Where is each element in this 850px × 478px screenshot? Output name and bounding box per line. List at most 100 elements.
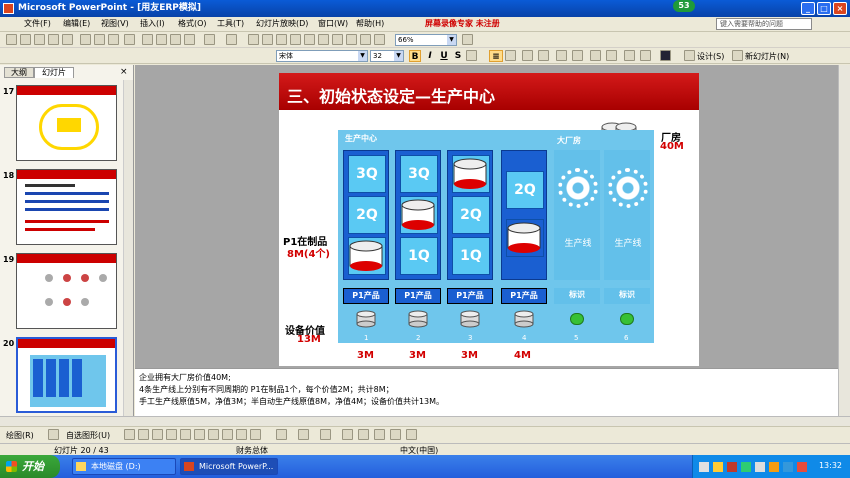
- vertical-textbox-icon[interactable]: [194, 429, 205, 440]
- arrow-style-icon[interactable]: [374, 429, 385, 440]
- menu-tools[interactable]: 工具(T): [217, 18, 244, 29]
- picture-icon[interactable]: [250, 429, 261, 440]
- font-color-icon[interactable]: [660, 50, 671, 61]
- increase-indent-icon[interactable]: [556, 50, 567, 61]
- slide-thumbnail[interactable]: [16, 85, 117, 161]
- product-button[interactable]: P1产品: [343, 288, 389, 304]
- spelling-icon[interactable]: [108, 34, 119, 45]
- design-icon[interactable]: [684, 50, 695, 61]
- expand-icon[interactable]: [332, 34, 343, 45]
- line-color-icon[interactable]: [298, 429, 309, 440]
- fill-color-icon[interactable]: [276, 429, 287, 440]
- security-icon[interactable]: [741, 462, 751, 472]
- numbering-icon[interactable]: [522, 50, 533, 61]
- save-icon[interactable]: [34, 34, 45, 45]
- network-icon[interactable]: [699, 462, 709, 472]
- minimize-button[interactable]: _: [801, 2, 815, 15]
- wordart-icon[interactable]: [208, 429, 219, 440]
- zoom-select[interactable]: 66% ▼: [395, 34, 457, 46]
- display-icon[interactable]: [783, 462, 793, 472]
- ime-icon[interactable]: [713, 462, 723, 472]
- font-name-select[interactable]: 宋体 ▼: [276, 50, 368, 62]
- line-style-icon[interactable]: [342, 429, 353, 440]
- grid-icon[interactable]: [360, 34, 371, 45]
- align-right-icon[interactable]: [505, 50, 516, 61]
- close-button[interactable]: ×: [833, 2, 847, 15]
- vertical-scrollbar[interactable]: [838, 65, 850, 368]
- slide[interactable]: 三、初始状态设定—生产中心 厂房 40M P1在制品 8M(4个) 设备价值 1…: [279, 73, 699, 366]
- production-line-4[interactable]: 2Q: [501, 150, 547, 280]
- align-left-icon[interactable]: [466, 50, 477, 61]
- powerpoint-app-icon[interactable]: [3, 3, 14, 14]
- redo-icon[interactable]: [226, 34, 237, 45]
- shadow-style-icon[interactable]: [390, 429, 401, 440]
- italic-button[interactable]: I: [424, 50, 436, 62]
- slide-thumbnail-selected[interactable]: [16, 337, 117, 413]
- decrease-indent-icon[interactable]: [572, 50, 583, 61]
- rectangle-icon[interactable]: [152, 429, 163, 440]
- notes-pane[interactable]: 企业拥有大厂房价值40M; 4条生产线上分别有不同周期的 P1在制品1个，每个价…: [135, 368, 838, 416]
- bold-button[interactable]: B: [409, 50, 421, 62]
- undo-icon[interactable]: [204, 34, 215, 45]
- align-center-button[interactable]: ≡: [489, 50, 503, 62]
- permission-icon[interactable]: [48, 34, 59, 45]
- start-button[interactable]: 开始: [0, 455, 60, 478]
- product-button[interactable]: P1产品: [395, 288, 441, 304]
- antivirus-icon[interactable]: [727, 462, 737, 472]
- draw-menu[interactable]: 绘图(R): [6, 430, 34, 441]
- underline-button[interactable]: U: [438, 50, 450, 62]
- new-slide-button[interactable]: 新幻灯片(N): [745, 51, 789, 62]
- tables-borders-icon[interactable]: [276, 34, 287, 45]
- 3d-style-icon[interactable]: [406, 429, 417, 440]
- textbox-icon[interactable]: [180, 429, 191, 440]
- cut-icon[interactable]: [142, 34, 153, 45]
- menu-view[interactable]: 视图(V): [101, 18, 129, 29]
- dash-style-icon[interactable]: [358, 429, 369, 440]
- table-icon[interactable]: [262, 34, 273, 45]
- print-preview-icon[interactable]: [94, 34, 105, 45]
- new-slide-icon[interactable]: [732, 50, 743, 61]
- empty-line-6[interactable]: 生产线: [604, 150, 650, 280]
- thumbnail-scrollbar[interactable]: [123, 80, 133, 416]
- grow-font-icon[interactable]: [590, 50, 601, 61]
- menu-slideshow[interactable]: 幻灯片放映(D): [256, 18, 308, 29]
- tab-outline[interactable]: 大纲: [4, 67, 34, 78]
- slide-thumbnail[interactable]: [16, 169, 117, 245]
- help-search-input[interactable]: 键入需要帮助的问题: [716, 18, 812, 30]
- menu-file[interactable]: 文件(F): [24, 18, 51, 29]
- increase-indent2-icon[interactable]: [640, 50, 651, 61]
- arrow-icon[interactable]: [138, 429, 149, 440]
- production-line-2[interactable]: 3Q 1Q: [395, 150, 441, 280]
- tab-slides[interactable]: 幻灯片: [34, 67, 74, 78]
- font-color-icon[interactable]: [320, 429, 331, 440]
- font-size-select[interactable]: 32 ▼: [370, 50, 404, 62]
- open-icon[interactable]: [20, 34, 31, 45]
- autoshapes-menu[interactable]: 自选图形(U): [66, 430, 110, 441]
- hyperlink-icon[interactable]: [318, 34, 329, 45]
- shadow-button[interactable]: S: [452, 50, 464, 62]
- slide-title[interactable]: 三、初始状态设定—生产中心: [287, 83, 495, 107]
- help-icon[interactable]: [462, 34, 473, 45]
- new-icon[interactable]: [6, 34, 17, 45]
- volume-icon[interactable]: [755, 462, 765, 472]
- maximize-button[interactable]: □: [817, 2, 831, 15]
- product-button[interactable]: P1产品: [447, 288, 493, 304]
- update-icon[interactable]: [769, 462, 779, 472]
- product-button[interactable]: P1产品: [501, 288, 547, 304]
- menu-format[interactable]: 格式(O): [178, 18, 207, 29]
- oval-icon[interactable]: [166, 429, 177, 440]
- notes-scrollbar[interactable]: [838, 368, 850, 416]
- diagram-icon[interactable]: [222, 429, 233, 440]
- select-objects-icon[interactable]: [48, 429, 59, 440]
- menu-help[interactable]: 帮助(H): [356, 18, 384, 29]
- chart-insert-icon[interactable]: [304, 34, 315, 45]
- format-painter-icon[interactable]: [184, 34, 195, 45]
- design-button[interactable]: 设计(S): [697, 51, 724, 62]
- menu-window[interactable]: 窗口(W): [318, 18, 348, 29]
- copy-icon[interactable]: [156, 34, 167, 45]
- menu-edit[interactable]: 编辑(E): [63, 18, 90, 29]
- production-line-1[interactable]: 3Q 2Q: [343, 150, 389, 280]
- shrink-font-icon[interactable]: [606, 50, 617, 61]
- clipart-icon[interactable]: [236, 429, 247, 440]
- bullets-icon[interactable]: [538, 50, 549, 61]
